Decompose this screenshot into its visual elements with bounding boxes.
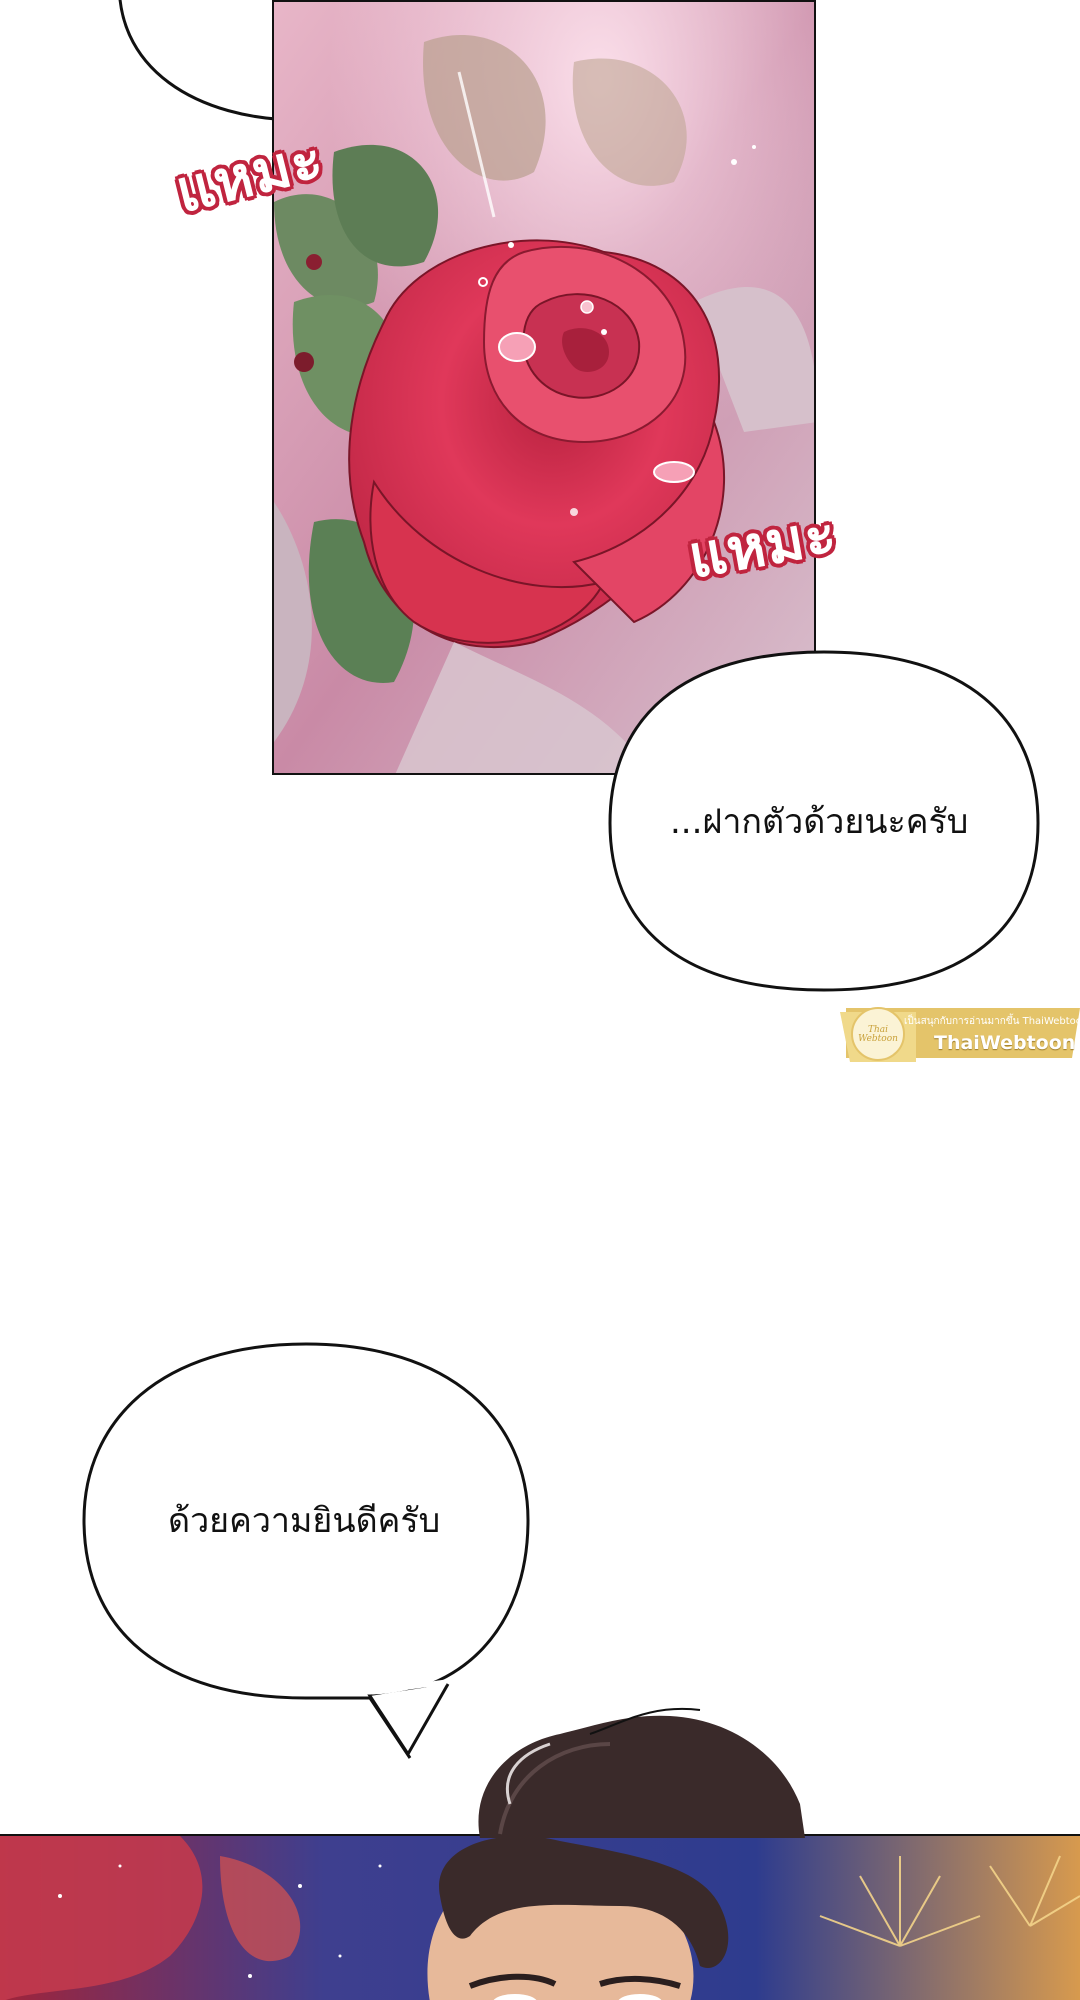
fireworks-illustration [0, 1836, 1080, 2000]
speech-text-1: ...ฝากตัวด้วยนะครับ [670, 802, 969, 842]
thaiwebtoon-watermark: Thai Webtoon เป็นสนุกกับการอ่านมากขึ้น T… [836, 1004, 1080, 1066]
speech-text-2: ด้วยความยินดีครับ [168, 1501, 441, 1541]
watermark-tagline: เป็นสนุกกับการอ่านมากขึ้น ThaiWebtoon [904, 1016, 1080, 1027]
speech-bubble-2 [82, 1342, 530, 1759]
fireworks-panel [0, 1834, 1080, 2000]
watermark-logo: Thai Webtoon [858, 1025, 898, 1044]
watermark-brand: ThaiWebtoon [934, 1032, 1076, 1054]
character-hair-top [478, 1707, 805, 1838]
